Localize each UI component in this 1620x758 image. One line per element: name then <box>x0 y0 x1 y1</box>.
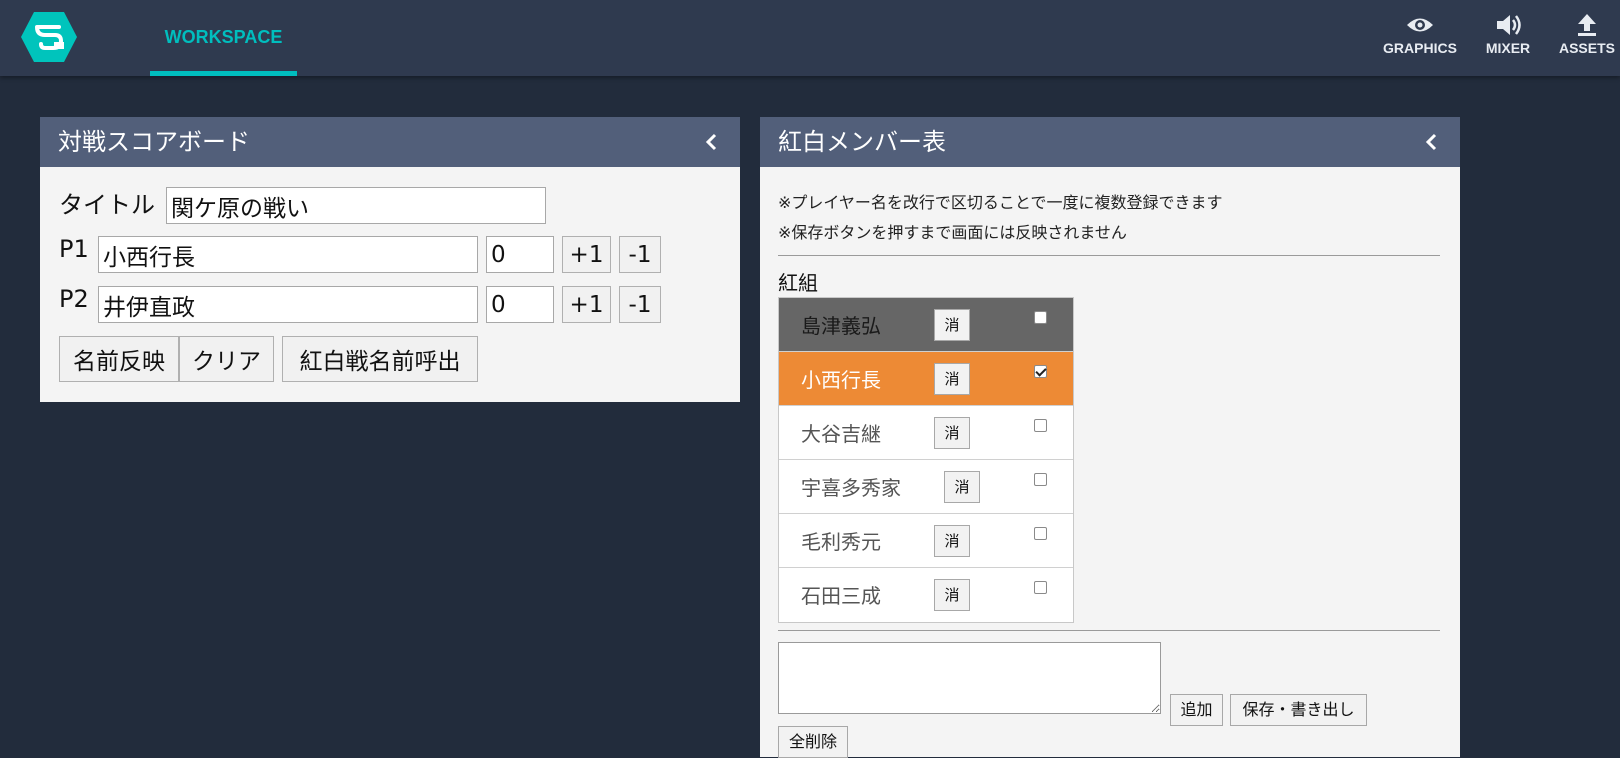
note-multi-register: ※プレイヤー名を改行で区切ることで一度に複数登録できます <box>778 193 1223 212</box>
member-row[interactable]: 島津義弘 消 <box>779 298 1073 352</box>
member-name: 毛利秀元 <box>801 530 881 554</box>
member-checkbox[interactable] <box>1034 473 1047 486</box>
member-row[interactable]: 宇喜多秀家 消 <box>779 460 1073 514</box>
member-row[interactable]: 毛利秀元 消 <box>779 514 1073 568</box>
delete-member-button[interactable]: 消 <box>934 525 970 557</box>
p2-label: P2 <box>59 285 89 313</box>
save-export-button[interactable]: 保存・書き出し <box>1230 694 1367 726</box>
member-name: 宇喜多秀家 <box>801 476 901 500</box>
logo-icon[interactable] <box>20 10 78 64</box>
divider <box>778 630 1440 631</box>
eye-icon <box>1407 18 1433 32</box>
tab-workspace[interactable]: WORKSPACE <box>150 0 297 76</box>
group-label: 紅組 <box>778 271 818 295</box>
members-panel-title: 紅白メンバー表 <box>778 128 946 156</box>
member-name: 大谷吉継 <box>801 422 881 446</box>
delete-member-button[interactable]: 消 <box>934 309 970 341</box>
scoreboard-panel-header: 対戦スコアボード <box>40 117 740 167</box>
member-checkbox[interactable] <box>1034 581 1047 594</box>
member-checkbox[interactable] <box>1034 365 1047 378</box>
p1-minus-button[interactable]: -1 <box>619 236 661 273</box>
member-checkbox[interactable] <box>1034 527 1047 540</box>
member-checkbox[interactable] <box>1034 311 1047 324</box>
p2-score-input[interactable] <box>486 286 554 323</box>
member-row[interactable]: 小西行長 消 <box>779 352 1073 406</box>
p1-name-input[interactable] <box>98 236 478 273</box>
p1-score-input[interactable] <box>486 236 554 273</box>
p2-minus-button[interactable]: -1 <box>619 286 661 323</box>
nav-assets-button[interactable]: ASSETS <box>1554 12 1620 64</box>
p1-label: P1 <box>59 235 89 263</box>
top-bar: WORKSPACE GRAPHICS MIXER ASSETS <box>0 0 1620 76</box>
p1-plus-button[interactable]: +1 <box>562 236 611 273</box>
p2-name-input[interactable] <box>98 286 478 323</box>
delete-member-button[interactable]: 消 <box>934 579 970 611</box>
clear-button[interactable]: クリア <box>179 336 274 382</box>
nav-graphics-button[interactable]: GRAPHICS <box>1378 12 1462 64</box>
title-label: タイトル <box>59 191 155 219</box>
chevron-left-icon[interactable] <box>702 131 722 153</box>
tab-workspace-label: WORKSPACE <box>164 27 283 47</box>
members-panel: 紅白メンバー表 ※プレイヤー名を改行で区切ることで一度に複数登録できます ※保存… <box>760 117 1460 758</box>
member-checkbox[interactable] <box>1034 419 1047 432</box>
members-panel-header: 紅白メンバー表 <box>760 117 1460 167</box>
scoreboard-panel: 対戦スコアボード タイトル P1 +1 -1 P2 +1 -1 名前反映 クリア… <box>40 117 740 402</box>
apply-names-button[interactable]: 名前反映 <box>59 336 179 382</box>
nav-assets-label: ASSETS <box>1558 40 1615 56</box>
member-row[interactable]: 大谷吉継 消 <box>779 406 1073 460</box>
nav-mixer-label: MIXER <box>1485 40 1531 56</box>
delete-all-button[interactable]: 全削除 <box>778 726 848 758</box>
divider <box>778 255 1440 256</box>
p2-plus-button[interactable]: +1 <box>562 286 611 323</box>
speaker-icon <box>1497 15 1521 35</box>
member-name: 石田三成 <box>801 584 881 608</box>
title-input[interactable] <box>166 187 546 224</box>
member-name: 島津義弘 <box>801 314 881 338</box>
nav-graphics-label: GRAPHICS <box>1383 40 1457 56</box>
upload-icon <box>1578 14 1596 36</box>
delete-member-button[interactable]: 消 <box>934 417 970 449</box>
member-name: 小西行長 <box>801 368 881 392</box>
active-tab-indicator <box>150 71 297 76</box>
scoreboard-panel-title: 対戦スコアボード <box>58 128 250 156</box>
recall-names-button[interactable]: 紅白戦名前呼出 <box>282 336 478 382</box>
nav-mixer-button[interactable]: MIXER <box>1480 12 1536 64</box>
add-button[interactable]: 追加 <box>1170 694 1223 726</box>
member-row[interactable]: 石田三成 消 <box>779 568 1073 622</box>
add-members-textarea[interactable] <box>778 642 1161 714</box>
delete-member-button[interactable]: 消 <box>944 471 980 503</box>
note-save-required: ※保存ボタンを押すまで画面には反映されません <box>778 223 1127 242</box>
member-table: 島津義弘 消 小西行長 消 大谷吉継 消 宇喜多秀家 消 毛利秀元 消 石田三成… <box>778 297 1074 623</box>
delete-member-button[interactable]: 消 <box>934 363 970 395</box>
chevron-left-icon[interactable] <box>1422 131 1442 153</box>
